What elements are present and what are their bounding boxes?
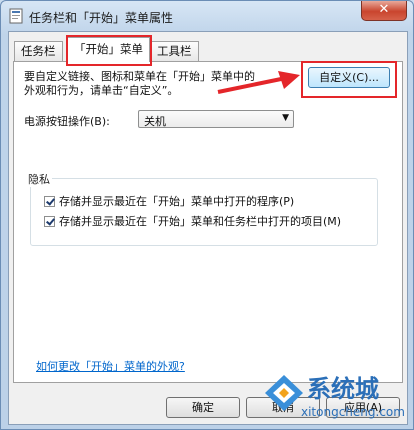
title-bar[interactable]: 任务栏和「开始」菜单属性 ✕ (1, 1, 413, 31)
recent-items-label: 存储并显示最近在「开始」菜单和任务栏中打开的项目(M) (59, 215, 342, 228)
help-link[interactable]: 如何更改「开始」菜单的外观? (36, 358, 185, 374)
chevron-down-icon: ▼ (282, 113, 289, 123)
power-action-dropdown[interactable]: 关机 ▼ (138, 110, 294, 128)
power-action-value: 关机 (144, 115, 166, 128)
recent-programs-checkbox[interactable]: 存储并显示最近在「开始」菜单中打开的程序(P) (44, 193, 294, 209)
properties-window: 任务栏和「开始」菜单属性 ✕ 任务栏 「开始」菜单 工具栏 要自定义链接、图标和… (0, 0, 414, 430)
window-title: 任务栏和「开始」菜单属性 (29, 11, 174, 25)
watermark-url: xitongcheng.com (301, 405, 405, 419)
dialog-client-area: 任务栏 「开始」菜单 工具栏 要自定义链接、图标和菜单在「开始」菜单中的 外观和… (8, 31, 408, 425)
tab-highlight-box (66, 35, 152, 66)
close-button[interactable]: ✕ (361, 1, 407, 21)
watermark-brand: 系统城 (307, 375, 379, 403)
watermark: 系统城 xitongcheng.com (261, 367, 413, 429)
tab-toolbars[interactable]: 工具栏 (150, 41, 199, 61)
privacy-group-title: 隐私 (26, 171, 52, 187)
power-button-label: 电源按钮操作(B): (24, 115, 110, 128)
checkbox-checked-icon[interactable] (44, 216, 55, 227)
annotation-arrow (217, 71, 300, 94)
checkbox-checked-icon[interactable] (44, 196, 55, 207)
recent-items-checkbox[interactable]: 存储并显示最近在「开始」菜单和任务栏中打开的项目(M) (44, 213, 341, 229)
customize-highlight-box (301, 61, 397, 98)
start-menu-panel: 要自定义链接、图标和菜单在「开始」菜单中的 外观和行为，请单击“自定义”。 自定… (13, 61, 403, 383)
brand-logo-icon (265, 375, 303, 411)
taskbar-properties-icon (9, 8, 23, 24)
tab-taskbar[interactable]: 任务栏 (14, 41, 63, 61)
privacy-group (30, 178, 378, 246)
ok-button[interactable]: 确定 (166, 397, 240, 418)
recent-programs-label: 存储并显示最近在「开始」菜单中打开的程序(P) (59, 195, 295, 208)
